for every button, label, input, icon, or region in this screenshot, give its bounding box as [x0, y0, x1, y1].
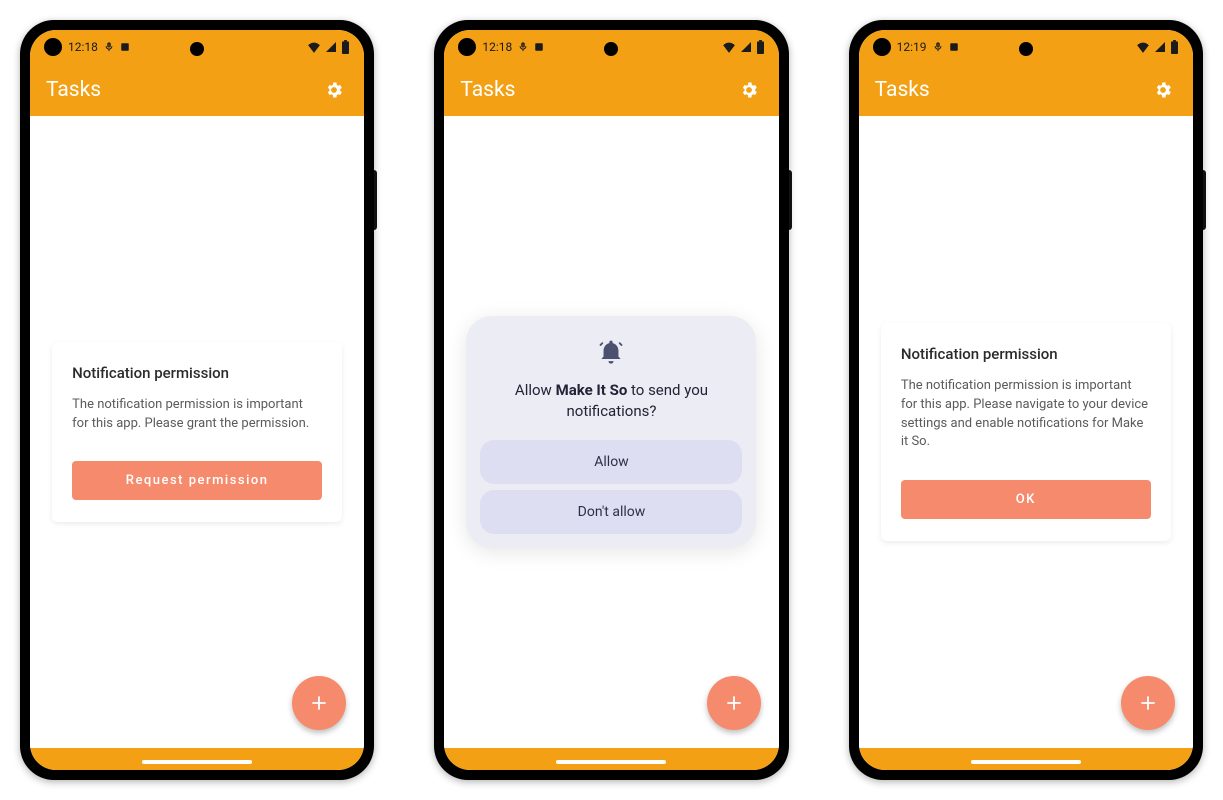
settings-button[interactable]: [320, 76, 348, 104]
plus-icon: [309, 693, 329, 713]
battery-icon: [756, 40, 765, 54]
bell-icon: [597, 338, 625, 366]
ok-button[interactable]: OK: [901, 480, 1151, 519]
settings-button[interactable]: [735, 76, 763, 104]
signal-icon: [325, 41, 337, 53]
status-left-dot: [458, 38, 476, 56]
permission-card: Notification permission The notification…: [881, 323, 1171, 541]
camera-hole: [1019, 42, 1033, 56]
status-time: 12:18: [482, 40, 512, 54]
nav-bar: [859, 748, 1193, 770]
app-bar: Tasks: [859, 64, 1193, 116]
permission-card-title: Notification permission: [72, 364, 322, 382]
battery-icon: [341, 40, 350, 54]
square-icon: [949, 42, 959, 52]
camera-hole: [190, 42, 204, 56]
dialog-app-name: Make It So: [556, 381, 628, 399]
signal-icon: [1154, 41, 1166, 53]
square-icon: [120, 42, 130, 52]
nav-bar: [30, 748, 364, 770]
app-bar: Tasks: [444, 64, 778, 116]
mic-icon: [518, 42, 528, 52]
permission-card: Notification permission The notification…: [52, 342, 342, 523]
permission-card-title: Notification permission: [901, 345, 1151, 363]
nav-handle[interactable]: [971, 760, 1081, 764]
signal-icon: [740, 41, 752, 53]
phone-screen: 12:18 Tasks: [30, 30, 364, 770]
camera-hole: [604, 42, 618, 56]
square-icon: [534, 42, 544, 52]
fab-add-button[interactable]: [292, 676, 346, 730]
settings-button[interactable]: [1149, 76, 1177, 104]
fab-add-button[interactable]: [707, 676, 761, 730]
nav-bar: [444, 748, 778, 770]
permission-card-body: The notification permission is important…: [901, 377, 1151, 452]
mic-icon: [933, 42, 943, 52]
status-time: 12:18: [68, 40, 98, 54]
gear-icon: [739, 80, 759, 100]
phone-screen: 12:18 Tasks: [444, 30, 778, 770]
status-left-dot: [44, 38, 62, 56]
app-bar: Tasks: [30, 64, 364, 116]
wifi-icon: [1136, 41, 1150, 53]
app-title: Tasks: [46, 78, 101, 102]
phone-frame-1: 12:18 Tasks: [20, 20, 374, 780]
app-title: Tasks: [460, 78, 515, 102]
plus-icon: [724, 693, 744, 713]
mic-icon: [104, 42, 114, 52]
battery-icon: [1170, 40, 1179, 54]
phone-frame-2: 12:18 Tasks: [434, 20, 788, 780]
nav-handle[interactable]: [556, 760, 666, 764]
wifi-icon: [307, 41, 321, 53]
permission-card-body: The notification permission is important…: [72, 396, 322, 434]
allow-button[interactable]: Allow: [480, 440, 742, 484]
dont-allow-button[interactable]: Don't allow: [480, 490, 742, 534]
phone-screen: 12:19 Tasks: [859, 30, 1193, 770]
app-title: Tasks: [875, 78, 930, 102]
dialog-prefix: Allow: [515, 381, 556, 399]
content-area: Notification permission The notification…: [859, 116, 1193, 748]
request-permission-button[interactable]: Request permission: [72, 461, 322, 500]
content-area: Allow Make It So to send you notificatio…: [444, 116, 778, 748]
phone-frame-3: 12:19 Tasks: [849, 20, 1203, 780]
status-left-dot: [873, 38, 891, 56]
system-permission-dialog: Allow Make It So to send you notificatio…: [466, 316, 756, 548]
status-time: 12:19: [897, 40, 927, 54]
wifi-icon: [722, 41, 736, 53]
content-area: Notification permission The notification…: [30, 116, 364, 748]
plus-icon: [1138, 693, 1158, 713]
dialog-message: Allow Make It So to send you notificatio…: [480, 380, 742, 422]
gear-icon: [324, 80, 344, 100]
gear-icon: [1153, 80, 1173, 100]
fab-add-button[interactable]: [1121, 676, 1175, 730]
nav-handle[interactable]: [142, 760, 252, 764]
